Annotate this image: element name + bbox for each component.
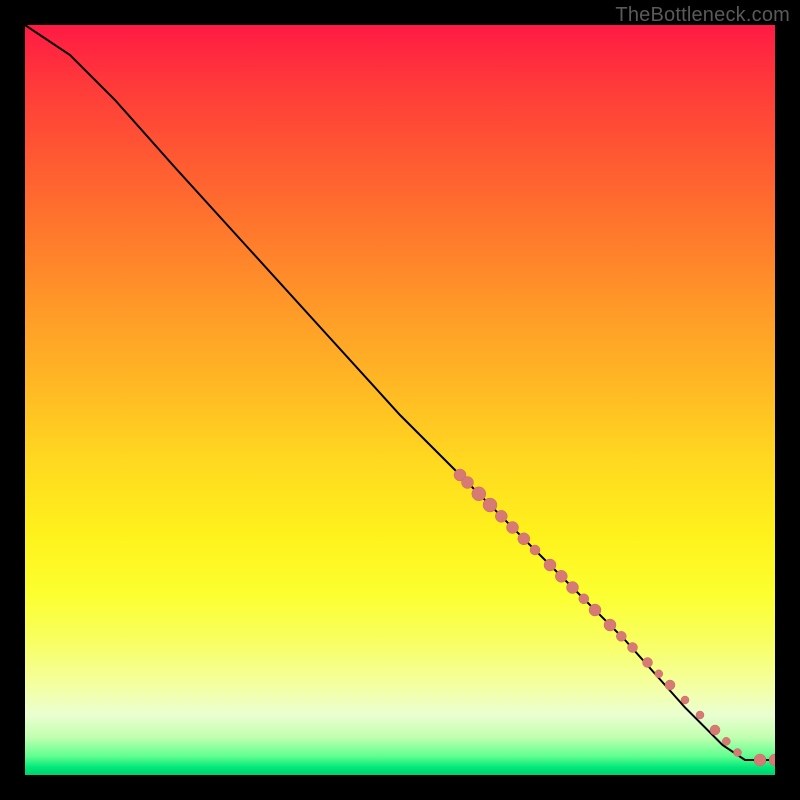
- chart-container: TheBottleneck.com: [0, 0, 800, 800]
- plot-background-gradient: [25, 25, 775, 775]
- watermark-text: TheBottleneck.com: [615, 4, 790, 27]
